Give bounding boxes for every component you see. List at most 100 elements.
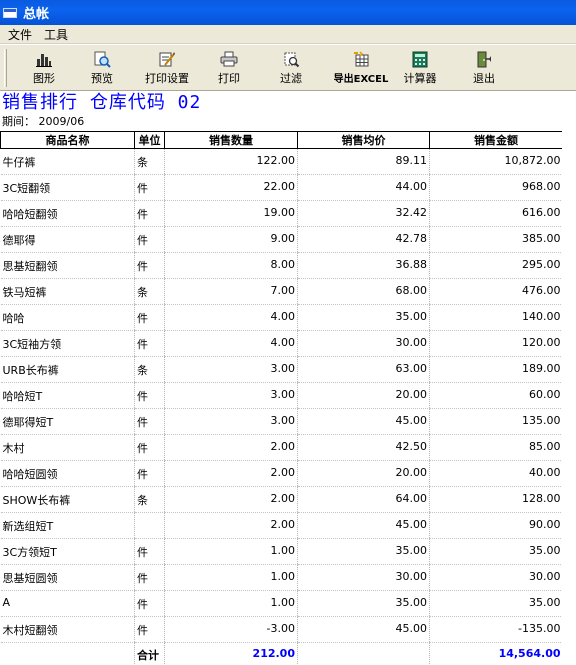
cell-product-name: 木村 [0,434,135,461]
cell-product-name: 铁马短裤 [0,278,135,305]
table-body: 牛仔裤条 122.00 89.11 10,872.00 3C短翻领件 22.00 44.00… [0,148,563,665]
cell-product-name: 哈哈短T [0,382,135,409]
cell-product-name: 3C短翻领 [0,174,135,201]
table-row[interactable]: 木村短翻领件 -3.00 45.00 -135.00 [0,616,563,643]
cell-avg-price: 42.50 [297,434,430,461]
cell-product-name: URB长布裤 [0,356,135,383]
exit-button[interactable]: 退出 [445,45,523,90]
cell-avg-price: 32.42 [297,200,430,227]
total-amount: 14,564.00 [429,642,563,665]
table-row[interactable]: 3C短翻领件 22.00 44.00 968.00 [0,174,563,201]
table-row[interactable]: 牛仔裤条 122.00 89.11 10,872.00 [0,148,563,175]
table-row[interactable]: 铁马短裤条 7.00 68.00 476.00 [0,278,563,305]
window-titlebar: 总帐 [0,0,576,25]
cell-amount: 128.00 [429,486,563,513]
filter-button[interactable]: 过滤 [255,45,327,90]
calculator-button[interactable]: 计算器 [395,45,445,90]
cell-avg-price: 36.88 [297,252,430,279]
table-row[interactable]: A 件 1.00 35.00 35.00 [0,590,563,617]
table-row[interactable]: 德耶得短T 件 3.00 45.00 135.00 [0,408,563,435]
cell-product-name: 思基短圆领 [0,564,135,591]
cell-unit: 件 [134,382,165,409]
toolbar-grip[interactable] [4,49,7,87]
cell-quantity: 3.00 [164,408,298,435]
cell-unit: 条 [134,486,165,513]
cell-amount: 968.00 [429,174,563,201]
col-header-amount: 销售金额 [429,131,563,149]
table-row[interactable]: 3C短袖方领件 4.00 30.00 120.00 [0,330,563,357]
cell-unit: 件 [134,226,165,253]
table-row[interactable]: 思基短圆领件 1.00 30.00 30.00 [0,564,563,591]
menu-tools[interactable]: 工具 [38,26,74,43]
table-row[interactable]: SHOW长布裤条 2.00 64.00 128.00 [0,486,563,513]
col-header-avg-price: 销售均价 [297,131,430,149]
cell-product-name: 哈哈短圆领 [0,460,135,487]
table-row[interactable]: 3C方领短T 件 1.00 35.00 35.00 [0,538,563,565]
chart-button[interactable]: 图形 [15,45,73,90]
cell-product-name: 思基短翻领 [0,252,135,279]
export-excel-button-label: 导出EXCEL [333,74,389,85]
cell-unit: 件 [134,460,165,487]
cell-quantity: 9.00 [164,226,298,253]
cell-amount: 85.00 [429,434,563,461]
table-row[interactable]: 木村件 2.00 42.50 85.00 [0,434,563,461]
exit-icon [476,50,492,68]
filter-button-label: 过滤 [280,72,302,85]
cell-unit: 件 [134,538,165,565]
export-excel-icon [352,50,370,68]
cell-amount: 476.00 [429,278,563,305]
col-header-unit: 单位 [134,131,165,149]
col-header-quantity: 销售数量 [164,131,298,149]
preview-button[interactable]: 预览 [73,45,131,90]
cell-product-name: 新选组短T [0,512,135,539]
cell-quantity: 22.00 [164,174,298,201]
cell-amount: 35.00 [429,538,563,565]
cell-quantity: 19.00 [164,200,298,227]
report-period: 期间： 2009/06 [2,114,84,130]
cell-quantity: 122.00 [164,148,298,175]
table-row[interactable]: 哈哈件 4.00 35.00 140.00 [0,304,563,331]
cell-amount: 295.00 [429,252,563,279]
cell-amount: 60.00 [429,382,563,409]
cell-unit: 件 [134,590,165,617]
cell-quantity: 1.00 [164,590,298,617]
print-button[interactable]: 打印 [203,45,255,90]
table-row[interactable]: URB长布裤条 3.00 63.00 189.00 [0,356,563,383]
cell-amount: 40.00 [429,460,563,487]
cell-product-name: 哈哈 [0,304,135,331]
cell-avg-price: 20.00 [297,460,430,487]
cell-unit: 件 [134,304,165,331]
cell-quantity: 1.00 [164,538,298,565]
col-header-product-name: 商品名称 [0,131,135,149]
table-header-row: 商品名称 单位 销售数量 销售均价 销售金额 [0,131,563,149]
cell-avg-price: 45.00 [297,616,430,643]
cell-unit: 条 [134,356,165,383]
toolbar: 图形 预览 打印设置 打印 过滤 导出EXCEL 计算器 退出 [0,44,576,91]
print-settings-button[interactable]: 打印设置 [131,45,203,90]
menu-file[interactable]: 文件 [2,26,38,43]
table-row[interactable]: 德耶得件 9.00 42.78 385.00 [0,226,563,253]
cell-unit: 件 [134,174,165,201]
total-label: 合计 [134,642,165,665]
cell-product-name: 3C短袖方领 [0,330,135,357]
cell-product-name: 德耶得 [0,226,135,253]
period-label: 期间： [2,115,35,128]
cell-avg-price: 68.00 [297,278,430,305]
table-row[interactable]: 哈哈短翻领件 19.00 32.42 616.00 [0,200,563,227]
cell-amount: 140.00 [429,304,563,331]
export-excel-button[interactable]: 导出EXCEL [327,45,395,90]
cell-product-name: A [0,590,135,617]
table-row[interactable]: 新选组短T 2.00 45.00 90.00 [0,512,563,539]
table-row[interactable]: 哈哈短圆领件 2.00 20.00 40.00 [0,460,563,487]
cell-unit: 件 [134,616,165,643]
cell-quantity: 2.00 [164,434,298,461]
cell-quantity: 4.00 [164,304,298,331]
table-row[interactable]: 哈哈短T 件 3.00 20.00 60.00 [0,382,563,409]
table-row[interactable]: 思基短翻领件 8.00 36.88 295.00 [0,252,563,279]
chart-button-label: 图形 [33,72,55,85]
cell-avg-price: 45.00 [297,408,430,435]
cell-unit: 条 [134,148,165,175]
cell-avg-price: 30.00 [297,330,430,357]
print-button-label: 打印 [218,72,240,85]
period-value: 2009/06 [38,115,85,128]
